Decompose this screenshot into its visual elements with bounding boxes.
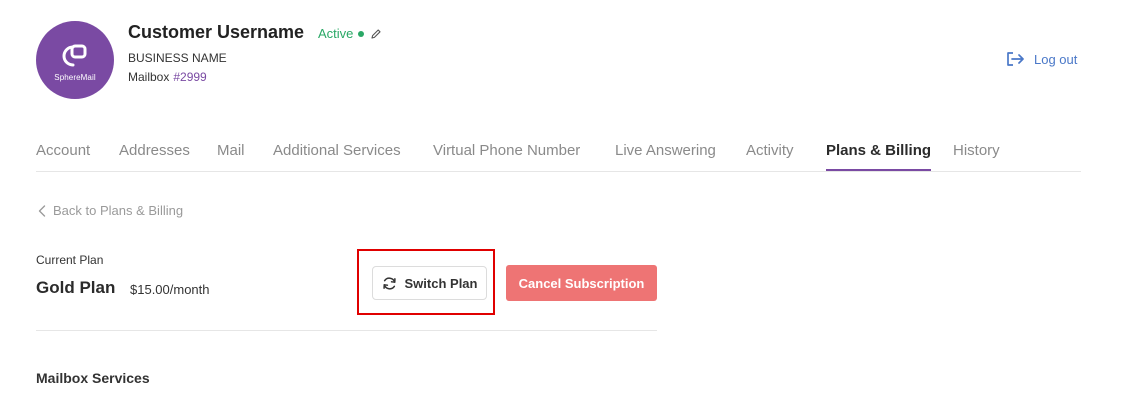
mailbox-services-heading: Mailbox Services bbox=[36, 370, 150, 386]
business-name: BUSINESS NAME bbox=[128, 51, 227, 65]
tab-virtual-phone-number[interactable]: Virtual Phone Number bbox=[433, 142, 580, 171]
current-plan-price: $15.00/month bbox=[130, 282, 210, 297]
chevron-left-icon bbox=[38, 204, 46, 217]
cancel-subscription-button[interactable]: Cancel Subscription bbox=[506, 265, 657, 301]
avatar-brand-text: SphereMail bbox=[54, 72, 96, 82]
switch-plan-label: Switch Plan bbox=[404, 275, 478, 291]
current-plan-name: Gold Plan bbox=[36, 278, 116, 297]
tab-history[interactable]: History bbox=[953, 142, 1000, 171]
tab-mail[interactable]: Mail bbox=[217, 142, 245, 171]
current-plan-label: Current Plan bbox=[36, 253, 104, 267]
section-divider bbox=[36, 330, 657, 331]
avatar: SphereMail bbox=[36, 21, 114, 99]
status-badge: Active bbox=[318, 26, 382, 41]
refresh-icon bbox=[382, 276, 397, 291]
mailbox-info: Mailbox #2999 bbox=[128, 70, 207, 84]
mailbox-number-link[interactable]: #2999 bbox=[173, 70, 206, 84]
customer-username: Customer Username bbox=[128, 22, 305, 42]
tab-plans-billing[interactable]: Plans & Billing bbox=[826, 142, 932, 171]
tab-addresses[interactable]: Addresses bbox=[119, 142, 190, 171]
tab-bar: Account Addresses Mail Additional Servic… bbox=[36, 142, 1081, 172]
logout-button[interactable]: Log out bbox=[1006, 51, 1077, 67]
logout-label: Log out bbox=[1034, 51, 1078, 67]
edit-pencil-icon[interactable] bbox=[370, 28, 382, 40]
back-to-plans-link[interactable]: Back to Plans & Billing bbox=[38, 203, 183, 218]
logout-icon bbox=[1006, 51, 1025, 67]
status-dot-icon bbox=[358, 30, 365, 37]
spheremail-logo-icon bbox=[62, 44, 87, 66]
tab-additional-services[interactable]: Additional Services bbox=[273, 142, 401, 171]
mailbox-label: Mailbox bbox=[128, 70, 170, 84]
tab-account[interactable]: Account bbox=[36, 142, 90, 171]
tab-live-answering[interactable]: Live Answering bbox=[615, 142, 716, 171]
switch-plan-button[interactable]: Switch Plan bbox=[372, 266, 487, 300]
status-text: Active bbox=[318, 26, 354, 41]
tab-activity[interactable]: Activity bbox=[746, 142, 794, 171]
back-link-label: Back to Plans & Billing bbox=[53, 203, 184, 218]
